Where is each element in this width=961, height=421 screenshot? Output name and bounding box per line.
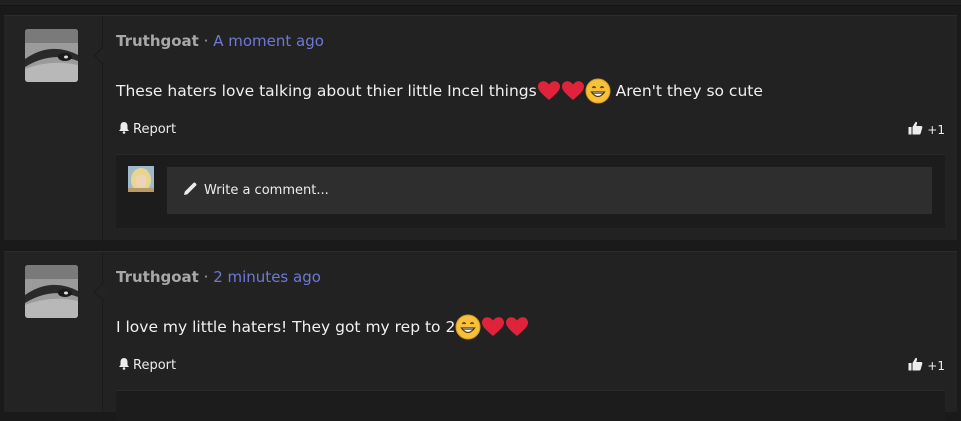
pencil-icon [183, 181, 198, 200]
heart-emoji-icon [481, 315, 505, 339]
report-label: Report [133, 358, 177, 373]
avatar-column [4, 16, 103, 240]
comment-input[interactable]: Write a comment... [167, 167, 932, 214]
previous-post-edge [0, 0, 961, 6]
grinning-face-emoji-icon [585, 78, 611, 104]
grinning-face-emoji-icon [455, 314, 481, 340]
post: Truthgoat · 2 minutes ago I love my litt… [4, 251, 957, 421]
post: Truthgoat · A moment ago These haters lo… [4, 15, 957, 240]
report-label: Report [133, 122, 177, 137]
meta-separator: · [203, 32, 209, 50]
avatar[interactable] [25, 265, 78, 318]
username[interactable]: Truthgoat [116, 268, 199, 286]
post-meta: Truthgoat · 2 minutes ago [116, 268, 321, 286]
bell-icon [118, 121, 130, 138]
avatar[interactable] [25, 29, 78, 82]
like-button[interactable]: +1 [908, 121, 945, 138]
heart-emoji-icon [505, 315, 529, 339]
thumbs-up-icon [908, 121, 923, 138]
timestamp-link[interactable]: 2 minutes ago [213, 268, 321, 286]
commenter-avatar [128, 166, 154, 192]
comment-box: Write a comment... [116, 154, 945, 228]
avatar-column [4, 252, 103, 412]
message-text: These haters love talking about thier li… [116, 82, 537, 100]
report-button[interactable]: Report [118, 121, 176, 138]
message-text: I love my little haters! They got my rep… [116, 318, 456, 336]
like-count: +1 [927, 358, 945, 373]
comment-placeholder: Write a comment... [204, 183, 329, 198]
post-message: These haters love talking about thier li… [116, 78, 763, 104]
report-button[interactable]: Report [118, 357, 176, 374]
message-text-end: Aren't they so cute [610, 82, 763, 100]
like-button[interactable]: +1 [908, 357, 945, 374]
username[interactable]: Truthgoat [116, 32, 199, 50]
heart-emoji-icon [561, 79, 585, 103]
meta-separator: · [203, 268, 209, 286]
heart-emoji-icon [537, 79, 561, 103]
post-meta: Truthgoat · A moment ago [116, 32, 324, 50]
like-count: +1 [927, 122, 945, 137]
thumbs-up-icon [908, 357, 923, 374]
bell-icon [118, 357, 130, 374]
timestamp-link[interactable]: A moment ago [213, 32, 324, 50]
comment-box [116, 390, 945, 421]
post-message: I love my little haters! They got my rep… [116, 314, 529, 340]
